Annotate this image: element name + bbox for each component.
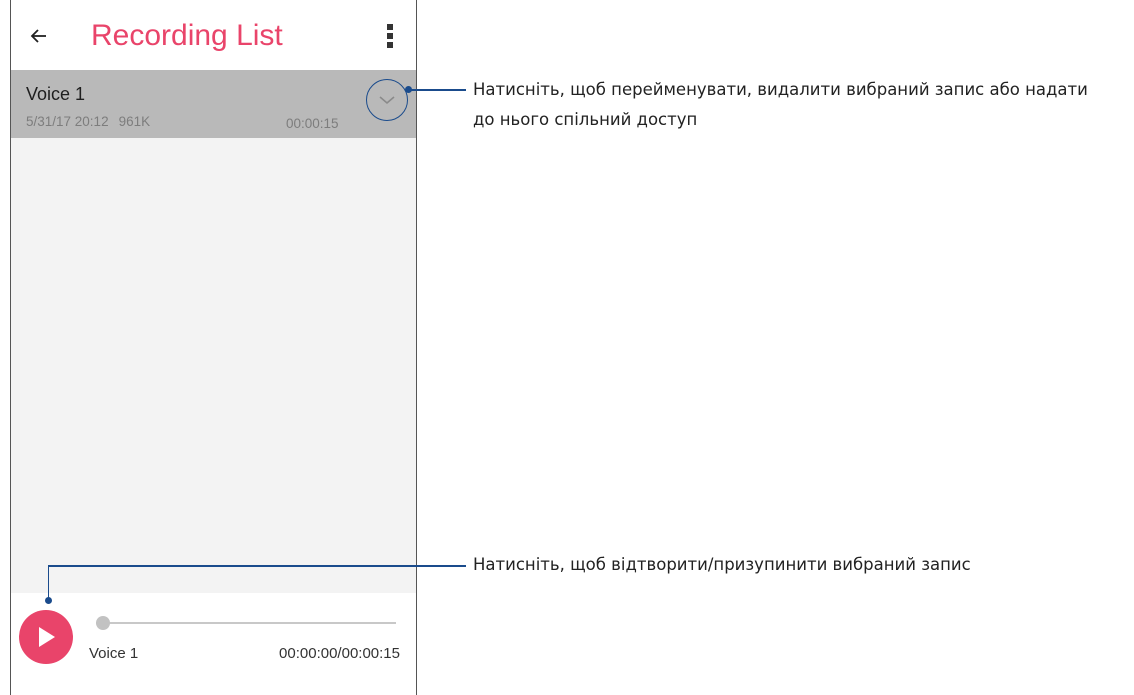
callout-line-play-vertical (47, 565, 49, 599)
recording-size: 961K (118, 114, 151, 129)
player-time: 00:00:00/00:00:15 (279, 645, 400, 662)
back-button[interactable] (23, 20, 55, 52)
recording-meta: 5/31/17 20:12 961K (26, 114, 150, 129)
phone-screen: Recording List Voice 1 5/31/17 20:12 961K… (10, 0, 417, 695)
arrow-left-icon (30, 29, 46, 43)
callout-text-expand: Натисніть, щоб перейменувати, видалити в… (473, 75, 1088, 135)
recording-duration: 00:00:15 (286, 116, 339, 131)
recording-date: 5/31/17 20:12 (26, 114, 109, 129)
play-icon (39, 627, 55, 647)
app-bar: Recording List (11, 0, 416, 70)
recording-name: Voice 1 (26, 84, 86, 104)
progress-thumb[interactable] (96, 616, 110, 630)
overflow-menu-button[interactable] (376, 20, 404, 52)
player-track-name: Voice 1 (89, 645, 139, 662)
more-vert-icon (387, 24, 393, 48)
page-title: Recording List (91, 19, 283, 52)
play-pause-button[interactable] (19, 610, 73, 664)
recording-list-empty-area (11, 138, 416, 593)
mini-player: Voice 1 00:00:00/00:00:15 (11, 593, 416, 695)
callout-line-play-horizontal (47, 565, 466, 567)
callout-text-expand-line1: Натисніть, щоб перейменувати, видалити в… (473, 80, 1088, 99)
callout-line-expand (408, 89, 466, 91)
callout-text-expand-line2: до нього спільний доступ (473, 110, 698, 129)
recording-list-item[interactable]: Voice 1 5/31/17 20:12 961K 00:00:15 (11, 70, 416, 138)
chevron-down-icon (379, 96, 395, 105)
progress-slider[interactable] (96, 616, 396, 630)
expand-options-button[interactable] (366, 79, 408, 121)
callout-text-play: Натисніть, щоб відтворити/призупинити ви… (473, 555, 971, 574)
